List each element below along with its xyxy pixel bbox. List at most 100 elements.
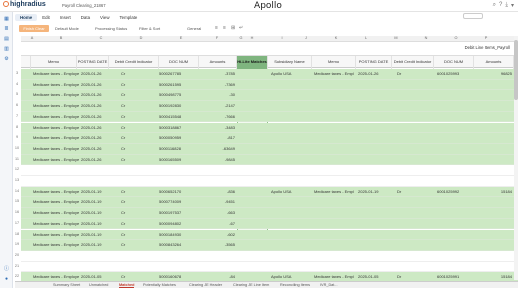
cell-date[interactable]: 2025-01-19 [81, 221, 113, 226]
tab-clearing-je-line-item[interactable]: Clearing JE Line Item [233, 283, 269, 287]
cell-amt[interactable]: -7666 [199, 114, 235, 119]
tab-matched[interactable]: Matched [119, 283, 135, 288]
layers-icon[interactable]: ≣ [3, 26, 10, 32]
row-number[interactable]: 11 [13, 157, 21, 161]
cell-amt[interactable]: -84 [199, 274, 235, 279]
header-doc-num[interactable]: DOC NUM [159, 56, 199, 69]
col-letter[interactable]: C [81, 36, 121, 40]
table-row[interactable]: Medicare taxes - Employe 2025-01-26 Cr 5000… [21, 90, 518, 102]
cell-date[interactable]: 2025-01-26 [81, 82, 113, 87]
cell-date[interactable]: 2025-01-05 [81, 274, 113, 279]
cell-memo[interactable]: Medicare taxes - Employe [33, 82, 79, 87]
cell-amt[interactable]: -602 [199, 232, 235, 237]
header-hilite-matches[interactable]: Hi-Lite Matches [237, 56, 268, 69]
cell-memo[interactable]: Medicare taxes - Employe [33, 114, 79, 119]
cell-amt[interactable]: -3483 [199, 125, 235, 130]
settings-icon[interactable]: ⚙ [3, 56, 10, 62]
row-number[interactable]: 7 [13, 114, 21, 118]
cell-dc[interactable]: Cr [121, 199, 141, 204]
header-debit-credit-2[interactable]: Debit Credit Indicator [392, 56, 434, 69]
cell-doc[interactable]: 5000318867 [159, 125, 199, 130]
chevron-down-icon[interactable]: ▾ [511, 2, 514, 9]
row-number[interactable]: 18 [13, 232, 21, 236]
cell-date[interactable]: 2025-01-19 [81, 232, 113, 237]
header-amounts-2[interactable]: Amounts [474, 56, 514, 69]
table-row[interactable]: Medicare taxes - Employe 2025-01-26 Cr 5000… [21, 122, 518, 134]
cell-memo[interactable]: Medicare taxes - Employe [33, 135, 79, 140]
cell-memo[interactable]: Medicare taxes - Employe [33, 146, 79, 151]
row-number[interactable]: 17 [13, 221, 21, 225]
row-number[interactable]: 15 [13, 199, 21, 203]
cell-memo[interactable]: Medicare taxes - Employe [33, 189, 79, 194]
row-number[interactable]: 6 [13, 103, 21, 107]
cell-date[interactable]: 2025-01-26 [81, 125, 113, 130]
col-letter[interactable]: B [41, 36, 81, 40]
cell-memo[interactable]: Medicare taxes - Employe [33, 92, 79, 97]
cell-dc[interactable]: Cr [121, 189, 141, 194]
cell-amt[interactable]: -67 [199, 221, 235, 226]
row-number[interactable]: 12 [13, 167, 21, 171]
col-letter[interactable]: L [351, 36, 381, 40]
cell-date[interactable]: 2025-01-19 [81, 189, 113, 194]
table-row[interactable]: Medicare taxes - Employe 2025-01-26 Cr 5000… [21, 133, 518, 144]
cell-dc2[interactable]: Dr [397, 189, 417, 194]
header-posting-date-2[interactable]: POSTING DATE [356, 56, 392, 69]
cell-amt2[interactable]: 15184 [476, 189, 512, 194]
select-all-checkbox[interactable] [21, 56, 31, 69]
cell-dc[interactable]: Cr [121, 221, 141, 226]
cell-memo[interactable]: Medicare taxes - Employe [33, 274, 79, 279]
cell-doc[interactable]: 5000184930 [159, 232, 199, 237]
table-row[interactable]: Medicare taxes - Employe 2025-01-19 Cr 5000… [21, 229, 518, 241]
col-letter[interactable]: E [161, 36, 201, 40]
cell-date[interactable]: 2025-01-19 [81, 242, 113, 247]
cell-dc2[interactable]: Dr [397, 71, 417, 76]
cell-doc[interactable]: 5000192830 [159, 103, 199, 108]
chart-icon[interactable]: ▥ [3, 46, 10, 52]
cell-dc[interactable]: Cr [121, 242, 141, 247]
cell-amt2[interactable]: 96825 [476, 71, 512, 76]
tab-ivr-data[interactable]: IVR_Dat... [320, 283, 338, 287]
cell-doc[interactable]: 5000652170 [159, 189, 199, 194]
cell-amt[interactable]: -63649 [199, 146, 235, 151]
header-memo[interactable]: Memo [31, 56, 77, 69]
header-amounts[interactable]: Amounts [199, 56, 237, 69]
cell-dc[interactable]: Cr [121, 146, 141, 151]
cell-doc[interactable]: 5000267785 [159, 71, 199, 76]
col-letter[interactable]: M [381, 36, 411, 40]
cell-dc[interactable]: Cr [121, 125, 141, 130]
cell-date2[interactable]: 2025-01-05 [358, 274, 394, 279]
cell-memo[interactable]: Medicare taxes - Employe [33, 242, 79, 247]
vertical-scrollbar[interactable] [514, 36, 518, 280]
table-row[interactable] [21, 165, 518, 176]
table-row[interactable]: Medicare taxes - Employe 2025-01-19 Cr 5000… [21, 218, 518, 230]
cell-memo2[interactable]: Medicare taxes - Empl [314, 189, 358, 194]
table-row[interactable]: Medicare taxes - Employe 2025-01-26 Cr 5000… [21, 143, 518, 155]
cell-memo[interactable]: Medicare taxes - Employe [33, 103, 79, 108]
cell-memo[interactable]: Medicare taxes - Employe [33, 199, 79, 204]
row-number[interactable]: 5 [13, 92, 21, 96]
cell-doc2[interactable]: 6001025993 [437, 71, 477, 76]
cell-dc[interactable]: Cr [121, 274, 141, 279]
search-icon[interactable]: ⌕ [493, 2, 496, 9]
header-posting-date[interactable]: POSTING DATE [77, 56, 109, 69]
cell-doc[interactable]: 5000774009 [159, 199, 199, 204]
cell-memo[interactable]: Medicare taxes - Employe [33, 232, 79, 237]
cell-dc[interactable]: Cr [121, 135, 141, 140]
tab-reconciling-items[interactable]: Reconciling Items [280, 283, 310, 287]
header-subsidiary[interactable]: Subsidiary Name [268, 56, 312, 69]
cell-amt[interactable]: -2147 [199, 103, 235, 108]
cell-doc[interactable]: 5000050959 [159, 135, 199, 140]
wrap-icon[interactable]: ↵ [239, 25, 243, 31]
filter-sort-button[interactable]: Filter & Sort [139, 26, 160, 31]
download-icon[interactable]: ⤓ [505, 2, 508, 9]
table-row[interactable]: Medicare taxes - Employe 2025-01-26 Cr 5000… [21, 101, 518, 112]
header-debit-credit[interactable]: Debit Credit Indicator [109, 56, 159, 69]
user-icon[interactable]: ● [3, 276, 10, 282]
merge-icon[interactable]: ⊞ [231, 25, 235, 31]
cell-dc[interactable]: Cr [121, 114, 141, 119]
grid-icon[interactable]: ▦ [3, 16, 10, 22]
cell-sub[interactable]: Apollo USA [271, 71, 315, 76]
align-center-icon[interactable]: ≡ [223, 25, 226, 31]
cell-amt[interactable]: -30 [199, 92, 235, 97]
table-row[interactable]: Medicare taxes - Employe 2025-01-19 Cr 5000… [21, 208, 518, 219]
